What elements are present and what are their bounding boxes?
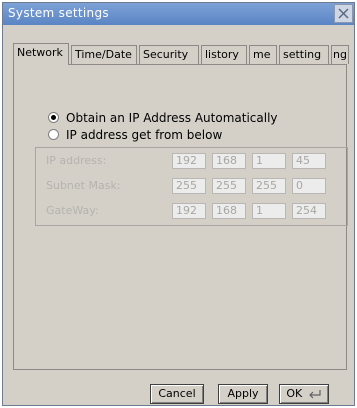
- gateway-label: GateWay:: [46, 204, 99, 217]
- ip-octet-2[interactable]: 168: [212, 153, 246, 169]
- tab-time-date[interactable]: Time/Date: [71, 45, 137, 64]
- tab-security[interactable]: Security: [139, 45, 199, 64]
- ok-button[interactable]: OK: [279, 384, 329, 404]
- radio-button-checked[interactable]: [48, 112, 59, 123]
- ok-label: OK: [286, 387, 303, 400]
- gateway-octet-3[interactable]: 1: [252, 203, 286, 219]
- tab-bar: Network Time/Date Security listory me se…: [13, 43, 349, 65]
- tab-label: Network: [17, 46, 63, 59]
- gateway-octet-2[interactable]: 168: [212, 203, 246, 219]
- radio-label-manual: IP address get from below: [66, 128, 223, 142]
- ip-octet-3[interactable]: 1: [252, 153, 286, 169]
- window-title: System settings: [8, 6, 109, 20]
- enter-key-icon: [308, 390, 321, 399]
- gateway-octet-1[interactable]: 192: [172, 203, 206, 219]
- ip-octet-4[interactable]: 45: [292, 153, 326, 169]
- tab-label: listory: [205, 48, 239, 61]
- close-button[interactable]: [334, 4, 353, 23]
- tab-network[interactable]: Network: [13, 43, 69, 65]
- cancel-button[interactable]: Cancel: [150, 384, 204, 404]
- radio-label-auto: Obtain an IP Address Automatically: [66, 111, 278, 125]
- tab-label: Time/Date: [75, 48, 132, 61]
- ip-octet-1[interactable]: 192: [172, 153, 206, 169]
- apply-button[interactable]: Apply: [218, 384, 268, 404]
- tab-label: me: [253, 48, 271, 61]
- tab-label: ng: [333, 48, 347, 61]
- title-bar[interactable]: System settings: [3, 3, 354, 25]
- tab-history[interactable]: listory: [201, 45, 247, 64]
- subnet-octet-3[interactable]: 255: [252, 178, 286, 194]
- tab-label: setting: [283, 48, 322, 61]
- cancel-label: Cancel: [158, 387, 196, 400]
- tab-settings[interactable]: setting: [279, 45, 329, 64]
- close-icon: [338, 8, 349, 19]
- apply-label: Apply: [227, 387, 259, 400]
- subnet-octet-4[interactable]: 0: [292, 178, 326, 194]
- radio-button-unchecked[interactable]: [48, 129, 59, 140]
- ip-address-label: IP address:: [46, 154, 107, 167]
- tab-label: Security: [143, 48, 189, 61]
- ip-settings-group: IP address: 192 168 1 45 Subnet Mask: 25…: [35, 147, 348, 226]
- tab-time[interactable]: me: [249, 45, 277, 64]
- gateway-octet-4[interactable]: 254: [292, 203, 326, 219]
- subnet-mask-label: Subnet Mask:: [46, 179, 121, 192]
- tab-overflow[interactable]: ng: [331, 45, 349, 64]
- subnet-octet-2[interactable]: 255: [212, 178, 246, 194]
- subnet-octet-1[interactable]: 255: [172, 178, 206, 194]
